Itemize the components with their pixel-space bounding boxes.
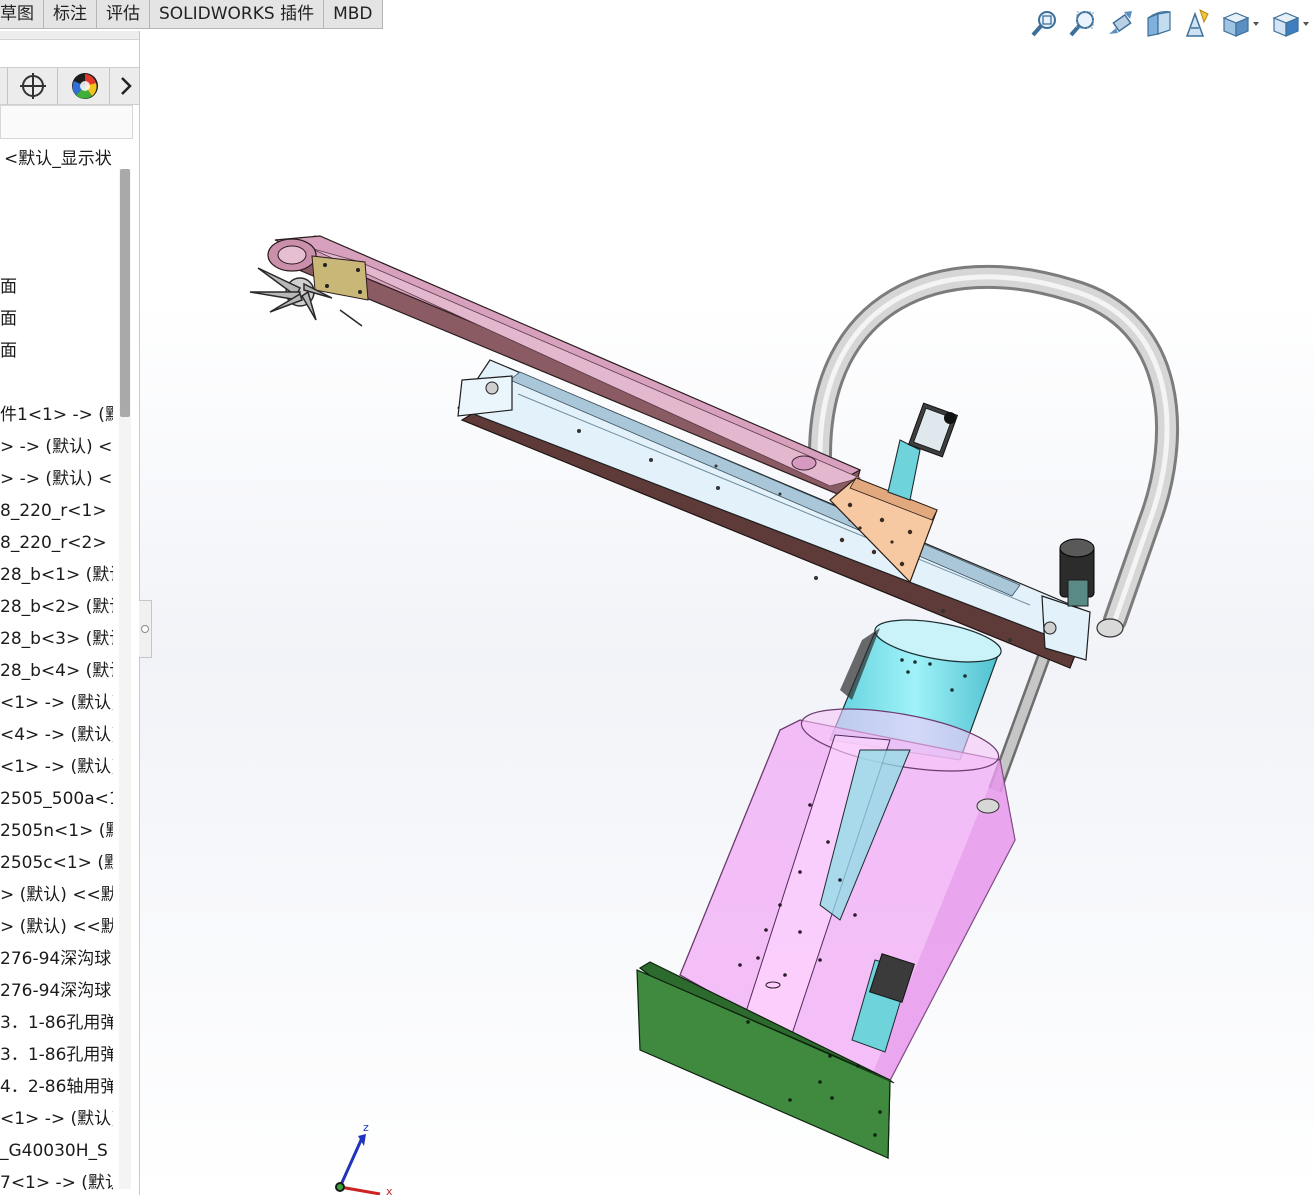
tree-item-component[interactable]: 2505c<1> (默 xyxy=(0,848,113,878)
tree-item-display-state[interactable]: <默认_显示状 xyxy=(4,144,117,174)
tree-item-component[interactable]: 28_b<4> (默认 xyxy=(0,656,113,686)
dimxpert-manager-tab[interactable] xyxy=(8,68,58,104)
panel-collapse-handle[interactable] xyxy=(139,600,152,658)
command-manager-tabs: 草图 标注 评估 SOLIDWORKS 插件 MBD xyxy=(0,0,383,31)
tree-item-front-plane[interactable]: 面 xyxy=(0,272,113,302)
tab-evaluate[interactable]: 评估 xyxy=(97,0,150,29)
tree-item-component[interactable]: 2505_500a<1 xyxy=(0,784,113,814)
coordinate-triad: z x xyxy=(335,1121,393,1195)
linear-rail-module xyxy=(457,359,1091,669)
tree-item-component[interactable]: 2505n<1> (默 xyxy=(0,816,113,846)
tree-item-component[interactable]: 3．1-86孔用弹 xyxy=(0,1008,113,1038)
color-wheel-icon xyxy=(71,73,98,99)
tree-item[interactable] xyxy=(0,368,113,398)
tab-sketch[interactable]: 草图 xyxy=(0,0,44,29)
tree-item-component[interactable]: _G40030H_S xyxy=(0,1136,113,1166)
tree-item-component[interactable]: > -> (默认) << xyxy=(0,432,113,462)
display-manager-tab[interactable] xyxy=(60,68,110,104)
feature-manager-toolbar xyxy=(0,67,139,105)
tree-item[interactable] xyxy=(0,208,113,238)
tree-item-component[interactable]: 276-94深沟球 xyxy=(0,976,113,1006)
triad-x-label: x xyxy=(386,1185,393,1195)
tree-item-component[interactable]: 件1<1> -> (默 xyxy=(0,400,113,430)
tree-item-component[interactable]: 28_b<3> (默认 xyxy=(0,624,113,654)
tree-item-component[interactable]: 8_220_r<2> ( xyxy=(0,528,113,558)
tree-item-component[interactable]: 3．1-86孔用弹 xyxy=(0,1040,113,1070)
chevron-right-icon xyxy=(120,77,132,95)
tree-item[interactable] xyxy=(0,176,113,206)
handle-dot xyxy=(141,625,149,633)
tab-mbd[interactable]: MBD xyxy=(324,0,383,29)
tab-markup[interactable]: 标注 xyxy=(44,0,97,29)
model-3d-view[interactable] xyxy=(140,0,1314,1195)
tree-item-component[interactable]: 28_b<2> (默认 xyxy=(0,592,113,622)
feature-manager-panel: <默认_显示状 面 面 面 件1<1> -> (默 > -> (默认) << >… xyxy=(0,31,140,1195)
tree-item-top-plane[interactable]: 面 xyxy=(0,304,113,334)
tree-item-component[interactable]: 8_220_r<1> ( xyxy=(0,496,113,526)
carriage-motor xyxy=(887,402,959,501)
crosshair-icon xyxy=(19,73,46,99)
tree-item-component[interactable]: 28_b<1> (默认 xyxy=(0,560,113,590)
upper-arm xyxy=(249,235,862,501)
triad-z-label: z xyxy=(363,1121,369,1134)
graphics-area[interactable]: z x xyxy=(140,0,1314,1195)
tree-item-component[interactable]: > -> (默认) << xyxy=(0,464,113,494)
tree-item-component[interactable]: 4．2-86轴用弹 xyxy=(0,1072,113,1102)
more-tabs-button[interactable] xyxy=(112,68,139,104)
tree-item-component[interactable]: <4> -> (默认) xyxy=(0,720,113,750)
tree-item-component[interactable]: > (默认) <<默 xyxy=(0,880,113,910)
tree-item-component[interactable]: 276-94深沟球 xyxy=(0,944,113,974)
tree-item-component[interactable]: 7<1> -> (默认 xyxy=(0,1168,113,1195)
tree-item-right-plane[interactable]: 面 xyxy=(0,336,113,366)
tree-item-component[interactable]: <1> -> (默认) xyxy=(0,752,113,782)
tree-item-component[interactable]: <1> -> (默认) xyxy=(0,1104,113,1134)
panel-header-strip xyxy=(0,31,139,40)
tree-item-component[interactable]: <1> -> (默认) xyxy=(0,688,113,718)
tab-solidworks-addins[interactable]: SOLIDWORKS 插件 xyxy=(150,0,325,29)
property-manager-tab[interactable] xyxy=(0,68,8,104)
tree-scrollbar-thumb[interactable] xyxy=(120,169,130,417)
tree-item-component[interactable]: > (默认) <<默 xyxy=(0,912,113,942)
tree-filter-input[interactable] xyxy=(0,105,133,139)
